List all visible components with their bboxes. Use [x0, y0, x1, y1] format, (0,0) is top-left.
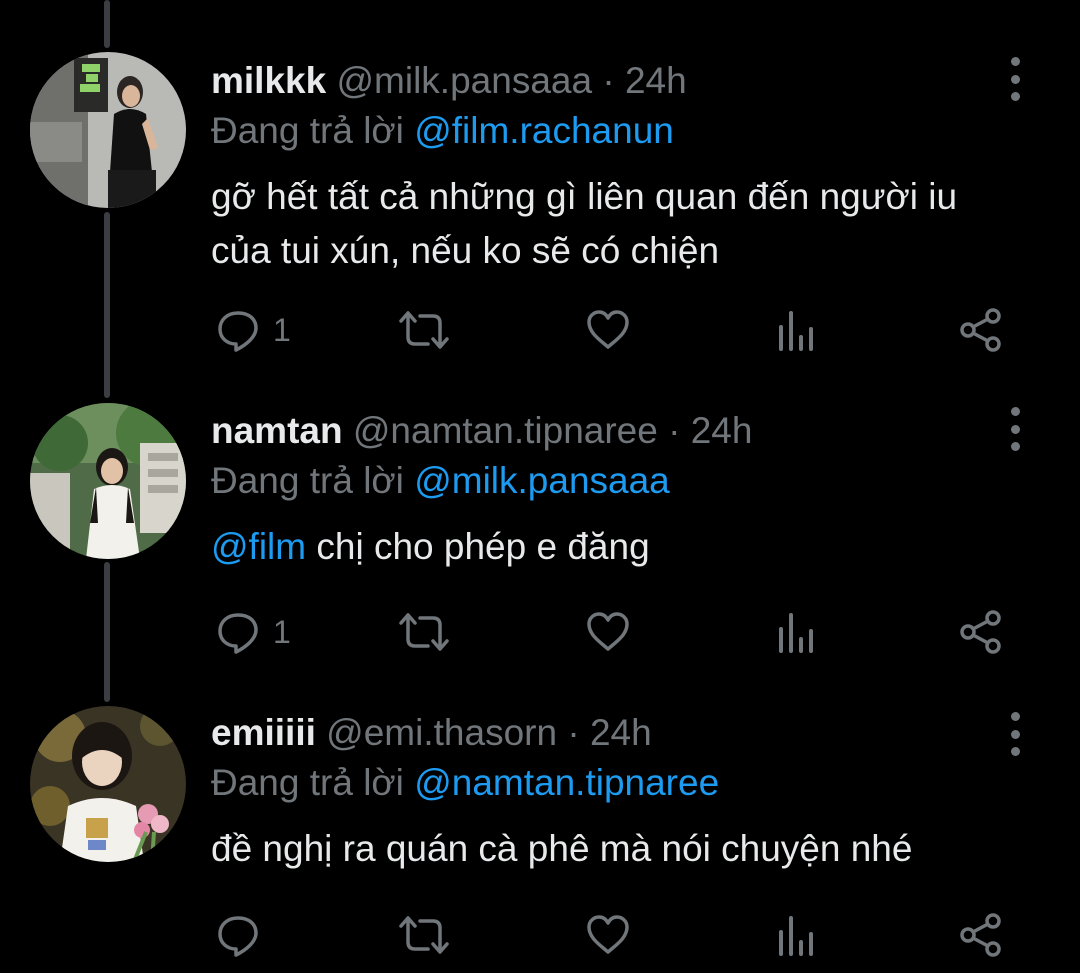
- heart-icon: [585, 912, 631, 958]
- tweet-header: emiiiii @emi.thasorn · 24h: [211, 710, 1010, 756]
- user-handle[interactable]: @emi.thasorn: [326, 712, 557, 753]
- more-dot: [1010, 712, 1020, 721]
- reply-button[interactable]: [215, 907, 273, 963]
- display-name[interactable]: emiiiii: [211, 712, 316, 753]
- avatar[interactable]: [30, 706, 186, 862]
- views-button[interactable]: [777, 907, 817, 963]
- bar-chart-icon: [777, 912, 817, 958]
- retweet-button[interactable]: [398, 907, 450, 963]
- replying-to: Đang trả lời @namtan.tipnaree: [211, 760, 1010, 806]
- tweet-text: đề nghị ra quán cà phê mà nói chuyện nhé: [211, 828, 913, 869]
- retweet-icon: [398, 912, 450, 958]
- timestamp[interactable]: 24h: [590, 712, 652, 753]
- replying-to-mention[interactable]: @namtan.tipnaree: [414, 762, 719, 803]
- share-icon: [958, 912, 1004, 958]
- action-bar: [211, 907, 1011, 963]
- replying-to-label: Đang trả lời: [211, 762, 404, 803]
- share-button[interactable]: [958, 907, 1004, 963]
- separator-dot: ·: [567, 712, 580, 753]
- like-button[interactable]: [585, 907, 631, 963]
- more-dot: [1010, 729, 1020, 739]
- more-options-button[interactable]: [1000, 712, 1030, 756]
- speech-bubble-icon: [215, 912, 261, 958]
- tweet-item[interactable]: emiiiii @emi.thasorn · 24h Đang trả lời …: [0, 0, 1080, 973]
- more-dot: [1010, 747, 1020, 756]
